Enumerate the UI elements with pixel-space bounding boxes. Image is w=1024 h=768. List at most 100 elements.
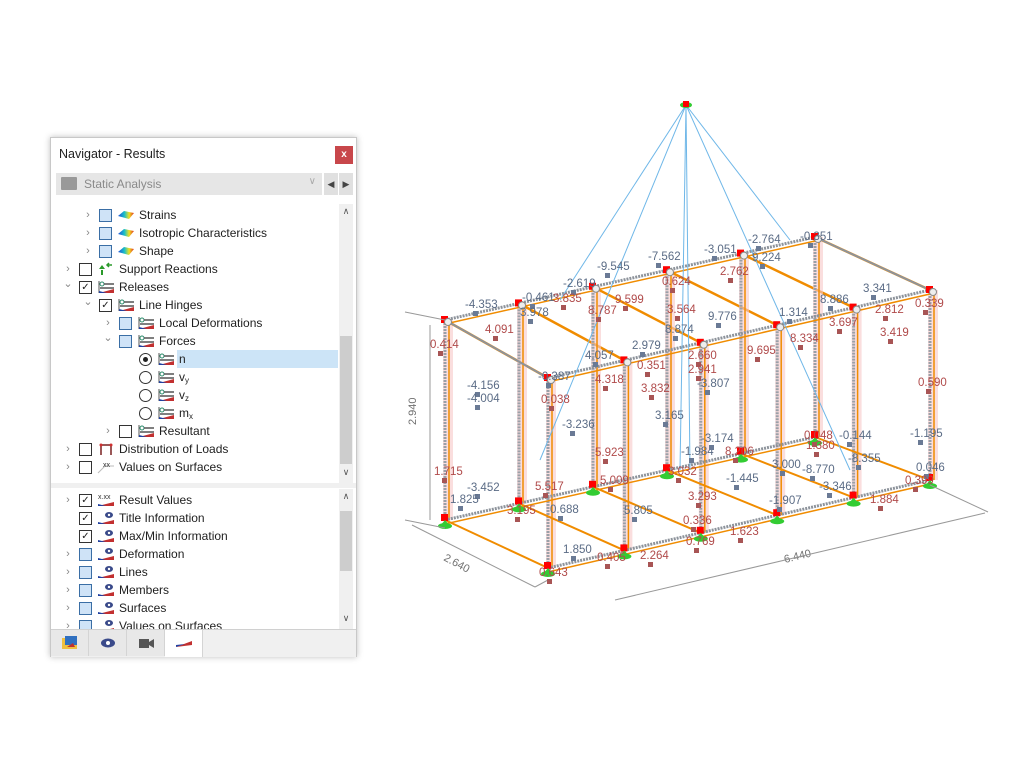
load-case-dropdown[interactable]: Static Analysis ∨ [56, 173, 322, 195]
results-tab[interactable] [165, 630, 203, 657]
checkbox[interactable] [79, 263, 92, 276]
data-tab[interactable] [51, 630, 89, 656]
result-value-label: -9.545 [597, 261, 630, 273]
tree-item-line-hinges[interactable]: ⌄ ✓ Line Hinges [52, 296, 338, 314]
surface-gradient-icon [117, 208, 135, 222]
release-icon [137, 316, 155, 330]
scroll-up-icon[interactable]: ∧ [339, 206, 353, 220]
chevron-right-icon[interactable]: › [63, 599, 73, 617]
checkbox[interactable] [119, 425, 132, 438]
tree-item-resultant[interactable]: › Resultant [52, 422, 338, 440]
tree-item-m-x[interactable]: mx [52, 404, 338, 422]
camera-icon [137, 635, 155, 654]
checkbox[interactable] [99, 227, 112, 240]
splitter[interactable] [51, 483, 356, 488]
next-button[interactable]: ▶ [339, 173, 353, 195]
dropdown-value: Static Analysis [84, 177, 162, 191]
checkbox[interactable] [119, 335, 132, 348]
chevron-right-icon[interactable]: › [83, 206, 93, 224]
chevron-right-icon[interactable]: › [83, 224, 93, 242]
checkbox[interactable] [119, 317, 132, 330]
result-value-label: 2.979 [632, 340, 661, 352]
tree-item-title-information[interactable]: ✓ Title Information [52, 509, 338, 527]
tree-item-v-z[interactable]: vz [52, 386, 338, 404]
tree-item-values-on-surfaces[interactable]: › Values on Surfaces [52, 617, 338, 629]
scrollbar-thumb[interactable] [340, 511, 352, 571]
tree-item-surfaces[interactable]: › Surfaces [52, 599, 338, 617]
checkbox[interactable] [99, 245, 112, 258]
checkbox[interactable] [79, 566, 92, 579]
checkbox[interactable] [79, 584, 92, 597]
tree-item-strains[interactable]: › Strains [52, 206, 338, 224]
display-tab[interactable] [89, 630, 127, 656]
radio-button[interactable] [139, 353, 152, 366]
chevron-down-icon[interactable]: ⌄ [63, 275, 73, 293]
chevron-right-icon[interactable]: › [63, 581, 73, 599]
close-button[interactable]: x [335, 146, 353, 164]
chevron-down-icon[interactable]: ⌄ [103, 329, 113, 347]
chevron-down-icon[interactable]: ∨ [309, 176, 316, 187]
value-marker [913, 487, 918, 492]
checkbox[interactable]: ✓ [79, 530, 92, 543]
radio-button[interactable] [139, 389, 152, 402]
tree-item-support-reactions[interactable]: › Support Reactions [52, 260, 338, 278]
tree-item-shape[interactable]: › Shape [52, 242, 338, 260]
results-icon [175, 635, 193, 654]
scrollbar-thumb[interactable] [340, 336, 352, 464]
chevron-right-icon[interactable]: › [63, 440, 73, 458]
chevron-right-icon[interactable]: › [63, 563, 73, 581]
radio-button[interactable] [139, 371, 152, 384]
chevron-down-icon[interactable]: ⌄ [83, 293, 93, 311]
views-tab[interactable] [127, 630, 165, 656]
checkbox[interactable] [79, 461, 92, 474]
chevron-right-icon[interactable]: › [83, 242, 93, 260]
tree-item-deformation[interactable]: › Deformation [52, 545, 338, 563]
scroll-down-icon[interactable]: ∨ [339, 467, 353, 481]
checkbox[interactable]: ✓ [79, 512, 92, 525]
scroll-down-icon[interactable]: ∨ [339, 613, 353, 627]
tree-item-local-deformations[interactable]: › Local Deformations [52, 314, 338, 332]
tree-item-values-on-surfaces[interactable]: › xx Values on Surfaces [52, 458, 338, 476]
checkbox[interactable] [79, 620, 92, 629]
display-tree-scrollbar[interactable]: ∧ ∨ [339, 489, 353, 629]
tree-item-members[interactable]: › Members [52, 581, 338, 599]
tree-item-distribution-of-loads[interactable]: › Distribution of Loads [52, 440, 338, 458]
tree-item-result-values[interactable]: › ✓ x.xx Result Values [52, 491, 338, 509]
result-value-label: 8.787 [588, 305, 617, 317]
hinge-node [515, 497, 522, 505]
value-marker [547, 579, 552, 584]
checkbox[interactable]: ✓ [79, 494, 92, 507]
tree-item-label: Members [117, 581, 171, 599]
value-marker [605, 273, 610, 278]
tree-item-n[interactable]: n [52, 350, 338, 368]
chevron-right-icon[interactable]: › [63, 617, 73, 629]
radio-button[interactable] [139, 407, 152, 420]
panel-title: Navigator - Results [59, 147, 166, 161]
tree-item-lines[interactable]: › Lines [52, 563, 338, 581]
dimension-line-length [614, 512, 986, 601]
checkbox[interactable] [79, 548, 92, 561]
tree-item-forces[interactable]: ⌄ Forces [52, 332, 338, 350]
previous-button[interactable]: ◀ [324, 173, 338, 195]
tree-item-v-y[interactable]: vy [52, 368, 338, 386]
tree-item-max-min-information[interactable]: ✓ Max/Min Information [52, 527, 338, 545]
chevron-right-icon[interactable]: › [63, 458, 73, 476]
result-value-label: 2.660 [688, 350, 717, 362]
value-marker [756, 246, 761, 251]
results-tree-scrollbar[interactable]: ∧ ∨ [339, 204, 353, 483]
tree-item-isotropic-characteristics[interactable]: › Isotropic Characteristics [52, 224, 338, 242]
checkbox[interactable] [79, 602, 92, 615]
checkbox[interactable] [79, 443, 92, 456]
checkbox[interactable]: ✓ [99, 299, 112, 312]
tree-item-label: Releases [117, 278, 171, 296]
chevron-right-icon[interactable]: › [63, 545, 73, 563]
value-marker [493, 336, 498, 341]
tree-item-label: Result Values [117, 491, 194, 509]
chevron-right-icon[interactable]: › [63, 491, 73, 509]
scroll-up-icon[interactable]: ∧ [339, 491, 353, 505]
tree-item-releases[interactable]: ⌄ ✓ Releases [52, 278, 338, 296]
chevron-right-icon[interactable]: › [103, 422, 113, 440]
node [852, 305, 861, 314]
checkbox[interactable] [99, 209, 112, 222]
value-marker [623, 306, 628, 311]
